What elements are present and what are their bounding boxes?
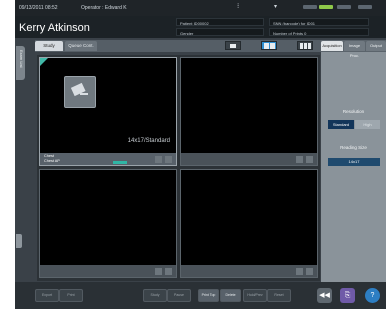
tab-image-proc[interactable]: Image Proc.: [344, 41, 365, 58]
reset-button[interactable]: Reset: [267, 289, 291, 302]
cell-4-option-button-1[interactable]: [296, 268, 303, 275]
cell-2-option-button-1[interactable]: [296, 156, 303, 163]
study-button[interactable]: Study: [143, 289, 167, 302]
layout-2x2-button[interactable]: [261, 41, 277, 50]
patient-header: Kerry Atkinson Patient ID00002 Gender SN…: [15, 16, 386, 38]
image-cell-1[interactable]: 14x17/Standard Chest Chest AP: [39, 57, 177, 166]
signal-icon: ▾: [274, 4, 278, 10]
mouse-cursor-icon: ⁝: [237, 3, 240, 10]
barcode-field: SNN (barcode) for ID01: [269, 18, 369, 26]
reading-size-value[interactable]: 14x17: [328, 158, 380, 166]
patient-id-field: Patient ID00002: [176, 18, 264, 26]
tab-queue-cont[interactable]: Queue Cont.: [65, 41, 97, 51]
device-indicator-3: [358, 5, 372, 9]
tab-acquisition[interactable]: Acquisition: [321, 41, 343, 51]
status-bar: 09/13/2011 08:52 Operator : Edward K ⁝ ▾: [15, 0, 386, 16]
cell-1-info-strip: Chest Chest AP: [40, 153, 176, 165]
print-top-button[interactable]: Print Top: [198, 289, 219, 302]
help-icon[interactable]: ?: [365, 288, 380, 303]
reading-size-label: Reading Size: [340, 145, 367, 150]
cell-3-info-strip: [40, 265, 176, 277]
cell-1-option-button-1[interactable]: [155, 156, 162, 163]
cell-2-option-button-2[interactable]: [306, 156, 313, 163]
exam-part-label: Chest: [44, 154, 54, 158]
patient-name: Kerry Atkinson: [19, 22, 90, 34]
battery-icon: [319, 5, 333, 9]
settings-tabs: Acquisition Image Proc. Output: [321, 40, 386, 58]
image-cell-4[interactable]: [180, 169, 318, 278]
hold-prev-button[interactable]: Hold/Prev: [243, 289, 267, 302]
exam-view-label: Chest AP: [44, 159, 60, 163]
print-button[interactable]: Print: [59, 289, 83, 302]
datetime: 09/13/2011 08:52: [19, 5, 58, 11]
exit-icon[interactable]: ⎘: [340, 288, 355, 303]
operator-name: Operator : Edward K: [81, 5, 127, 11]
status-tag: [113, 161, 127, 164]
export-button[interactable]: Export: [35, 289, 59, 302]
resolution-standard-button[interactable]: Standard: [328, 120, 354, 129]
tab-output[interactable]: Output: [366, 41, 386, 51]
layout-single-button[interactable]: [225, 41, 241, 50]
delete-button[interactable]: Delete: [220, 289, 241, 302]
cell-1-option-button-2[interactable]: [165, 156, 172, 163]
view-toolbar: Study Queue Cont.: [35, 40, 321, 52]
tab-study[interactable]: Study: [35, 41, 63, 51]
pause-button[interactable]: Pause: [167, 289, 191, 302]
side-panel-handle[interactable]: [16, 234, 22, 248]
layout-3x2-button[interactable]: [297, 41, 313, 50]
cell-3-option-button-2[interactable]: [165, 268, 172, 275]
resolution-high-button[interactable]: High: [355, 120, 380, 129]
cell-3-option-button-1[interactable]: [155, 268, 162, 275]
exam-list-label: Exam List: [19, 50, 24, 68]
cell-4-info-strip: [181, 265, 317, 277]
settings-panel: Acquisition Image Proc. Output Resolutio…: [321, 40, 386, 282]
image-cell-2[interactable]: [180, 57, 318, 166]
cassette-icon: [64, 76, 96, 108]
exam-list-tab[interactable]: Exam List: [16, 46, 25, 80]
selection-marker: [40, 58, 48, 66]
film-size-label: 14x17/Standard: [127, 138, 170, 144]
image-grid: 14x17/Standard Chest Chest AP: [37, 55, 320, 281]
number-of-prints-field: Number of Prints 0: [269, 28, 369, 36]
app-window: 09/13/2011 08:52 Operator : Edward K ⁝ ▾…: [15, 0, 386, 309]
resolution-label: Resolution: [342, 109, 365, 114]
cell-2-info-strip: [181, 153, 317, 165]
gender-field: Gender: [176, 28, 264, 36]
device-indicator-2: [337, 5, 351, 9]
cell-4-option-button-2[interactable]: [306, 268, 313, 275]
device-indicator-1: [303, 5, 317, 9]
action-bar: Export Print Study Pause Print Top Delet…: [15, 282, 386, 309]
rewind-icon[interactable]: ◀◀: [317, 288, 332, 303]
image-cell-3[interactable]: [39, 169, 177, 278]
